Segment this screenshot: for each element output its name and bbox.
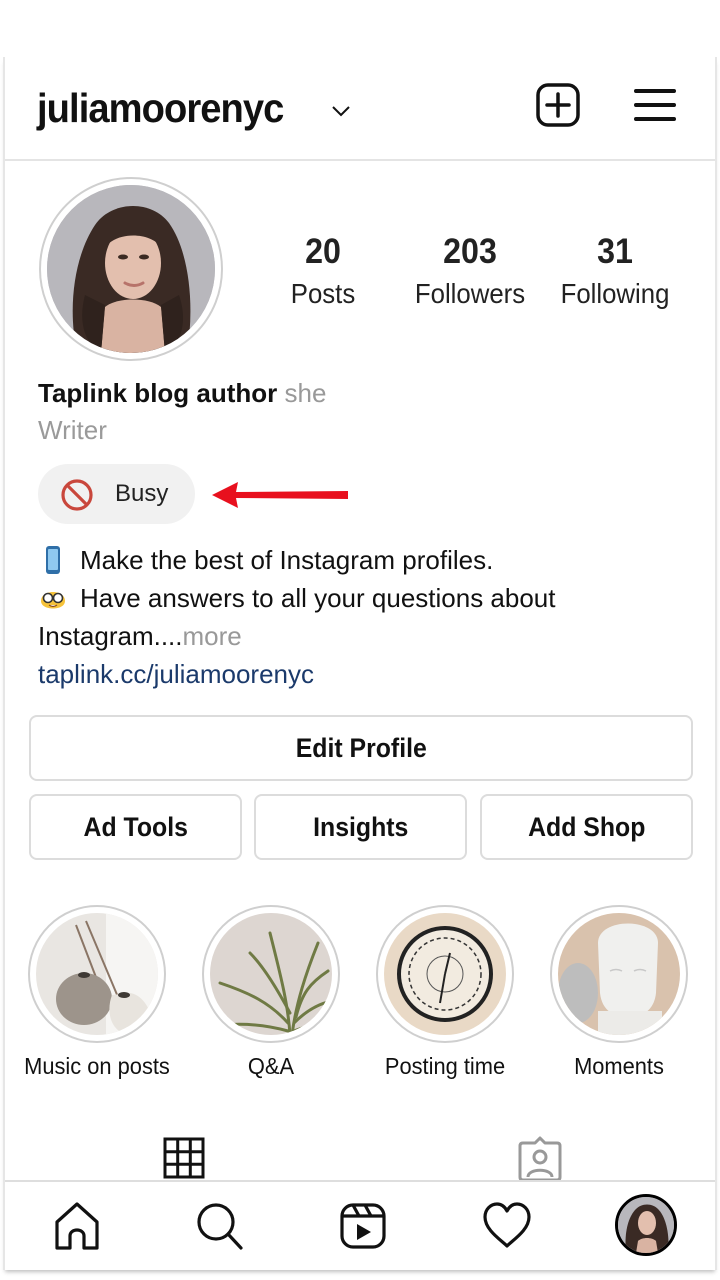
- bio-line-3: Instagram....: [38, 621, 183, 651]
- highlight-music-on-posts[interactable]: Music on posts: [12, 905, 182, 1080]
- posts-count: 20: [305, 232, 341, 271]
- bottom-navigation-bar: [5, 1180, 715, 1270]
- bio-line-2: Have answers to all your questions about: [80, 583, 556, 613]
- profile-photo: [47, 185, 215, 353]
- instagram-profile-screen: juliamoorenyc 20 Posts 203 Followers 31 …: [3, 57, 717, 1270]
- top-app-bar: juliamoorenyc: [5, 57, 715, 161]
- insights-label: Insights: [312, 811, 409, 842]
- bio-more-link[interactable]: more: [183, 617, 242, 655]
- nerd-face-emoji-icon: [41, 592, 65, 609]
- highlight-ring: [550, 905, 688, 1043]
- following-label: Following: [560, 278, 670, 309]
- posts-label: Posts: [290, 278, 356, 309]
- followers-count: 203: [443, 232, 497, 271]
- pronoun: she: [284, 378, 327, 408]
- profile-name-line: Taplink blog author she: [38, 378, 326, 409]
- highlight-label: Moments: [574, 1053, 664, 1079]
- highlight-label: Music on posts: [24, 1053, 170, 1079]
- stat-followers[interactable]: 203 Followers: [400, 232, 540, 310]
- prohibited-icon: [61, 479, 93, 511]
- status-badge[interactable]: Busy: [38, 464, 195, 524]
- heart-icon[interactable]: [481, 1200, 533, 1252]
- display-name: Taplink blog author: [38, 378, 278, 408]
- reels-icon[interactable]: [337, 1200, 389, 1252]
- bio-line-1: Make the best of Instagram profiles.: [80, 545, 494, 575]
- ad-tools-button[interactable]: Ad Tools: [29, 794, 242, 860]
- username-title[interactable]: juliamoorenyc: [37, 85, 284, 132]
- chevron-down-icon[interactable]: [330, 99, 352, 121]
- following-count: 31: [597, 232, 633, 271]
- annotation-arrow-icon: [212, 482, 348, 508]
- edit-profile-label: Edit Profile: [295, 732, 427, 763]
- insights-button[interactable]: Insights: [254, 794, 467, 860]
- profile-category: Writer: [38, 415, 107, 445]
- profile-bio: Make the best of Instagram profiles. Hav…: [38, 541, 556, 693]
- highlight-cover-vases: [36, 913, 158, 1035]
- highlight-ring: [202, 905, 340, 1043]
- highlight-cover-plant: [210, 913, 332, 1035]
- highlight-label: Posting time: [384, 1053, 506, 1079]
- add-shop-button[interactable]: Add Shop: [480, 794, 693, 860]
- highlight-posting-time[interactable]: Posting time: [360, 905, 530, 1080]
- stat-following[interactable]: 31 Following: [545, 232, 685, 310]
- grid-icon[interactable]: [163, 1137, 205, 1179]
- highlight-qa[interactable]: Q&A: [186, 905, 356, 1080]
- hamburger-menu-icon[interactable]: [630, 85, 676, 125]
- stat-posts[interactable]: 20 Posts: [253, 232, 393, 310]
- add-shop-label: Add Shop: [527, 811, 646, 842]
- plus-square-icon[interactable]: [535, 82, 581, 128]
- highlight-label: Q&A: [247, 1053, 295, 1079]
- ad-tools-label: Ad Tools: [83, 811, 188, 842]
- followers-label: Followers: [414, 278, 526, 309]
- highlight-ring: [28, 905, 166, 1043]
- highlight-moments[interactable]: Moments: [534, 905, 704, 1080]
- profile-avatar[interactable]: [39, 177, 223, 361]
- highlight-cover-buddha: [558, 913, 680, 1035]
- search-icon[interactable]: [194, 1200, 246, 1252]
- home-icon[interactable]: [51, 1200, 103, 1252]
- status-label: Busy: [115, 480, 169, 507]
- highlight-cover-clock: [384, 913, 506, 1035]
- profile-tab-avatar[interactable]: [615, 1194, 677, 1256]
- edit-profile-button[interactable]: Edit Profile: [29, 715, 693, 781]
- tagged-person-icon[interactable]: [517, 1135, 563, 1181]
- bio-website-link[interactable]: taplink.cc/juliamoorenyc: [38, 655, 314, 693]
- highlight-ring: [376, 905, 514, 1043]
- mobile-phone-emoji-icon: [46, 546, 60, 574]
